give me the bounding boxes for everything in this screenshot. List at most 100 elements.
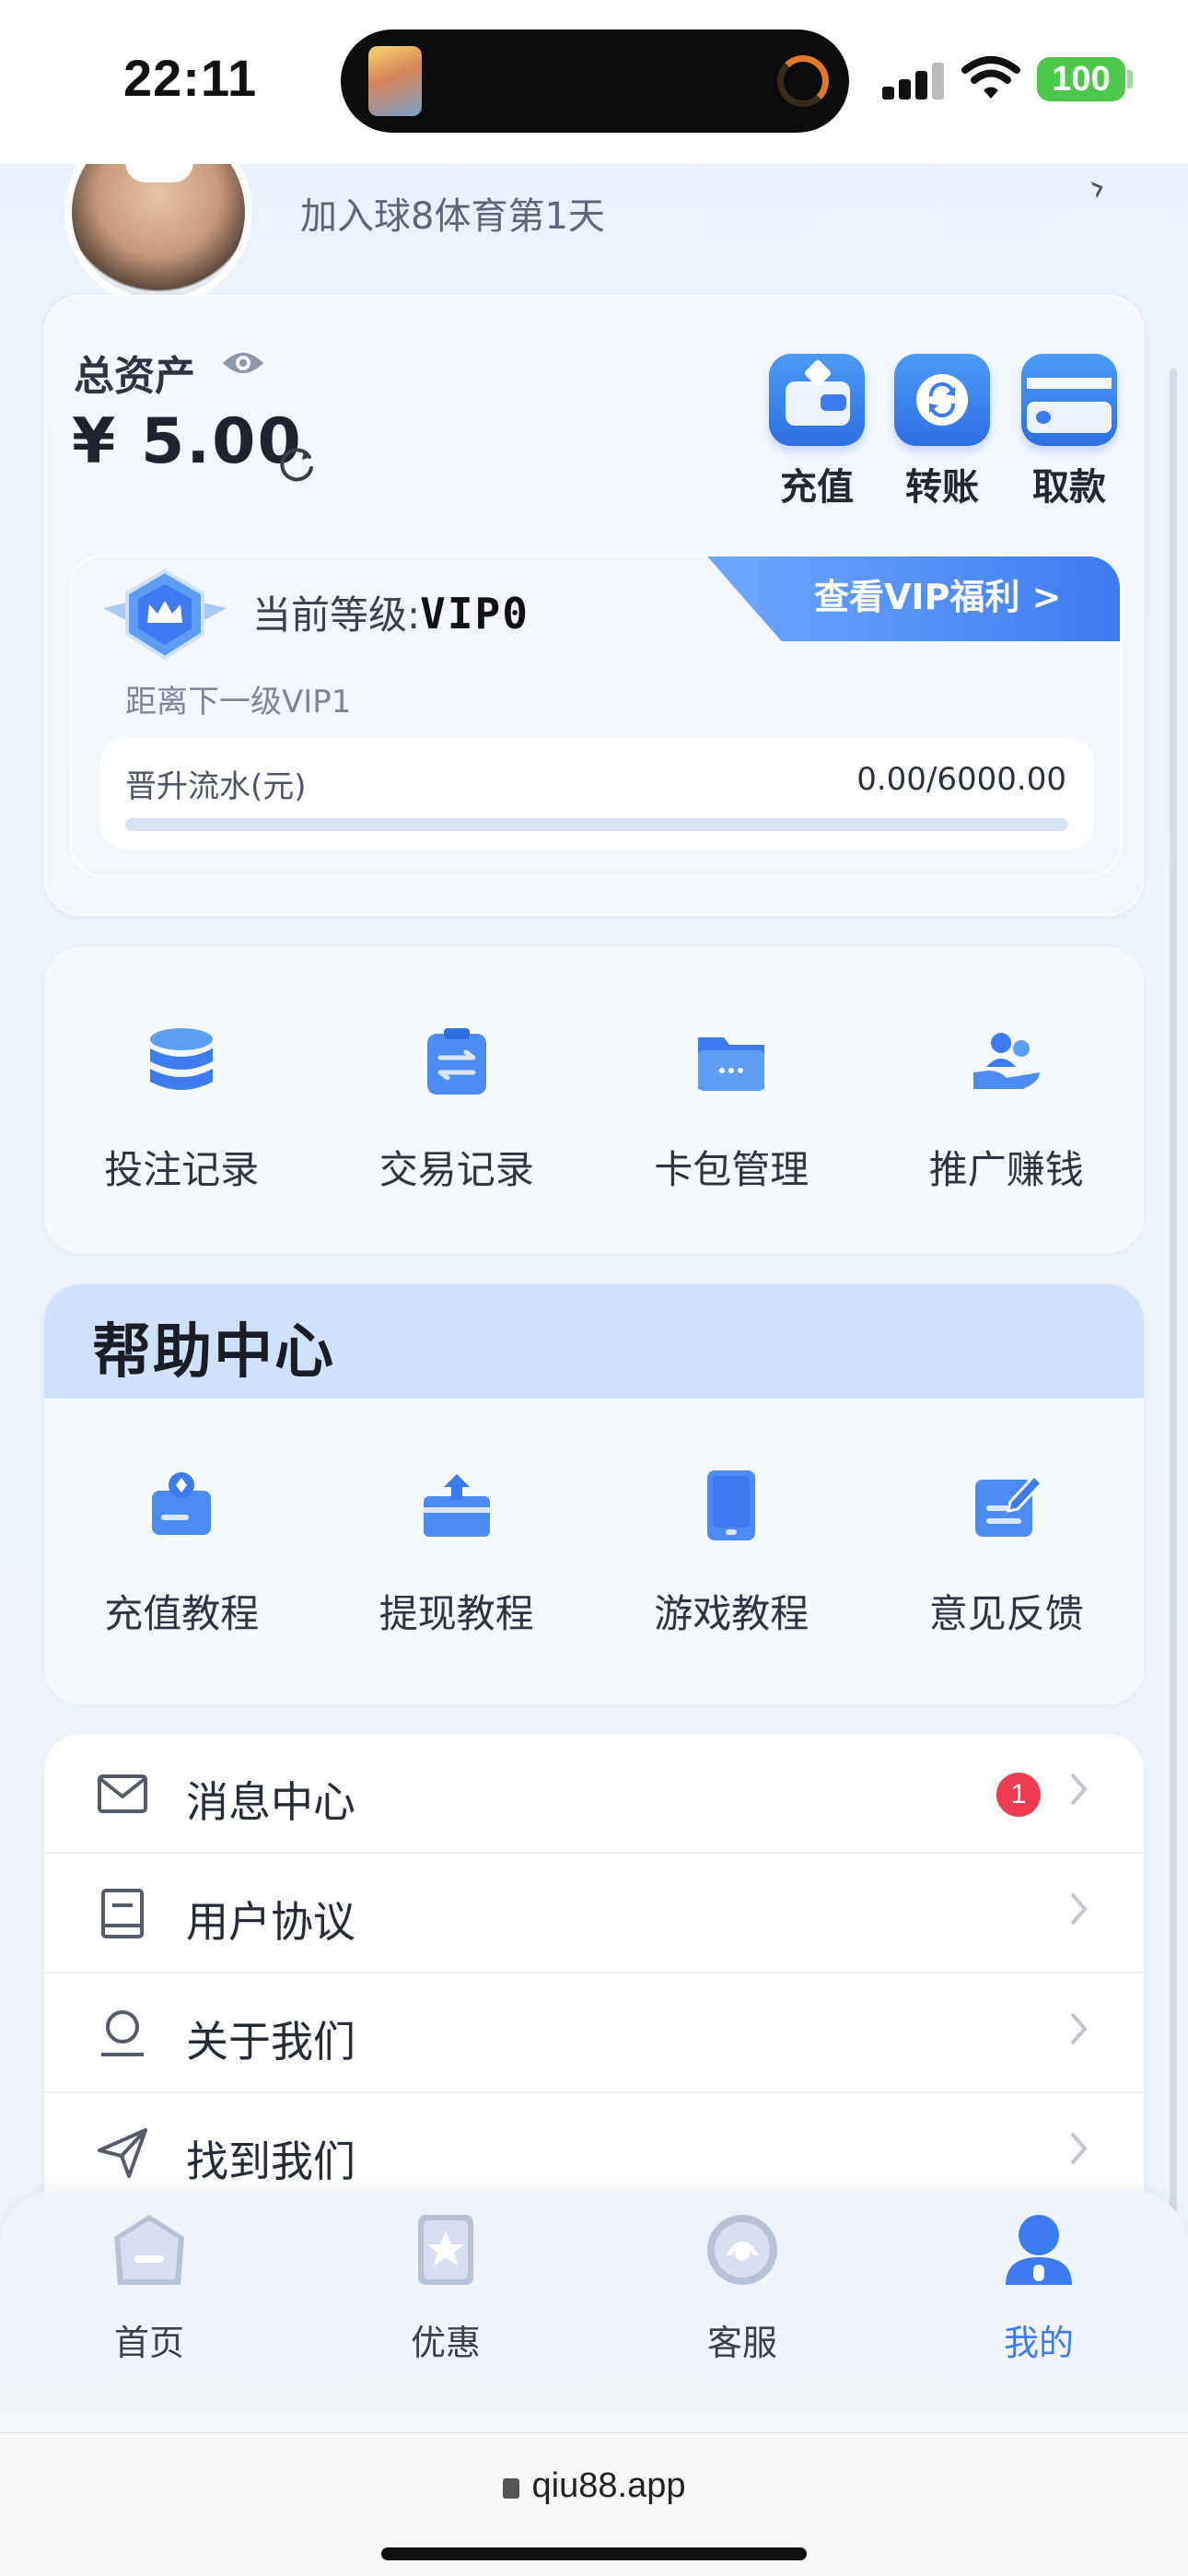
url-text: qiu88.app xyxy=(531,2466,686,2505)
help-center-card: 帮助中心 充值教程 提现教程 游戏教程 意见反馈 xyxy=(44,1284,1144,1704)
deposit-tutorial-label: 充值教程 xyxy=(104,1591,260,1636)
deposit-label: 充值 xyxy=(780,466,854,509)
home-icon xyxy=(114,2215,184,2285)
feedback-icon xyxy=(974,1473,1043,1537)
book-icon xyxy=(101,1889,144,1938)
transfer-label: 转账 xyxy=(905,466,979,509)
vip-level-value: VIP0 xyxy=(420,589,530,638)
user-agreement-label: 用户协议 xyxy=(186,1897,355,1947)
eye-icon[interactable] xyxy=(221,348,265,378)
unread-badge: 1 xyxy=(996,1773,1041,1817)
chevron-right-icon xyxy=(1070,1773,1088,1806)
chevron-right-icon xyxy=(1070,1892,1088,1926)
referral-label: 推广赚钱 xyxy=(928,1147,1084,1192)
records-menu-card: 投注记录 交易记录 卡包管理 推广赚钱 xyxy=(44,947,1144,1253)
vip-crown-badge-icon xyxy=(103,568,227,661)
now-playing-thumbnail xyxy=(368,46,422,116)
wallet-icon xyxy=(769,354,865,446)
tab-promotions-label: 优惠 xyxy=(410,2323,481,2363)
game-tutorial-item[interactable]: 游戏教程 xyxy=(594,1469,869,1639)
page: 22:11 100 加入球8体育第1天 › 总资产 ¥ 5.00 充值 转账 取… xyxy=(0,0,1188,2576)
progress-value: 0.00/6000.00 xyxy=(856,761,1066,798)
browser-url-bar[interactable]: qiu88.app xyxy=(0,2432,1188,2576)
bottom-tab-bar: 首页 优惠 客服 我的 xyxy=(0,2191,1188,2432)
withdraw-label: 取款 xyxy=(1032,466,1106,509)
transaction-records-item[interactable]: 交易记录 xyxy=(320,1025,595,1195)
tablet-icon xyxy=(707,1470,756,1540)
user-icon xyxy=(101,2010,144,2056)
user-agreement-row[interactable]: 用户协议 xyxy=(44,1854,1144,1973)
tab-support[interactable]: 客服 xyxy=(669,2209,816,2365)
assets-card: 总资产 ¥ 5.00 充值 转账 取款 当前等级:VIP0 查看VIP福利 > … xyxy=(44,295,1144,916)
withdraw-button[interactable]: 取款 xyxy=(1020,354,1118,510)
battery-indicator: 100 xyxy=(1037,57,1125,101)
feedback-item[interactable]: 意见反馈 xyxy=(869,1469,1145,1639)
lock-icon xyxy=(502,2478,519,2499)
vip-level-prefix: 当前等级: xyxy=(252,592,421,638)
transfer-button[interactable]: 转账 xyxy=(893,354,991,510)
message-center-label: 消息中心 xyxy=(186,1777,355,1827)
deposit-tutorial-item[interactable]: 充值教程 xyxy=(44,1469,320,1639)
total-assets-amount: ¥ 5.00 xyxy=(72,405,303,478)
send-icon xyxy=(98,2128,147,2178)
about-us-label: 关于我们 xyxy=(186,2017,355,2067)
referral-item[interactable]: 推广赚钱 xyxy=(869,1025,1145,1195)
withdraw-tutorial-label: 提现教程 xyxy=(379,1591,534,1636)
star-icon xyxy=(418,2215,473,2285)
scrollbar[interactable] xyxy=(1170,369,1177,2303)
settings-list: 消息中心 1 用户协议 关于我们 找到我们 xyxy=(44,1734,1144,2231)
home-indicator[interactable] xyxy=(381,2547,807,2560)
card-wallet-item[interactable]: 卡包管理 xyxy=(594,1025,869,1195)
status-bar: 22:11 100 xyxy=(0,0,1188,164)
join-days-text: 加入球8体育第1天 xyxy=(300,195,605,238)
tab-promotions[interactable]: 优惠 xyxy=(372,2209,519,2365)
vip-progress-box: 晋升流水(元) 0.00/6000.00 xyxy=(99,737,1094,849)
vip-benefits-link[interactable]: 查看VIP福利 > xyxy=(707,556,1120,641)
chevron-right-icon xyxy=(1070,2012,1088,2045)
total-assets-label: 总资产 xyxy=(74,353,195,400)
feedback-label: 意见反馈 xyxy=(928,1591,1084,1636)
game-tutorial-label: 游戏教程 xyxy=(654,1591,809,1636)
profile-header: 加入球8体育第1天 › xyxy=(0,118,1188,306)
card-icon xyxy=(1021,354,1117,446)
support-icon xyxy=(707,2215,777,2285)
dynamic-island xyxy=(341,29,849,133)
message-center-row[interactable]: 消息中心 1 xyxy=(44,1734,1144,1854)
card-wallet-label: 卡包管理 xyxy=(654,1147,809,1192)
transfer-icon xyxy=(894,354,990,446)
cellular-signal-icon xyxy=(882,61,945,100)
activity-ring-icon xyxy=(777,55,829,107)
tab-support-label: 客服 xyxy=(706,2323,777,2363)
transaction-records-label: 交易记录 xyxy=(379,1147,534,1192)
withdraw-tutorial-item[interactable]: 提现教程 xyxy=(320,1469,595,1639)
withdraw-tutorial-icon xyxy=(423,1474,490,1537)
database-icon xyxy=(150,1028,214,1090)
clipboard-icon xyxy=(426,1028,486,1095)
battery-tip xyxy=(1127,70,1133,88)
find-us-label: 找到我们 xyxy=(186,2137,355,2186)
share-users-icon xyxy=(973,1033,1040,1089)
tab-home-label: 首页 xyxy=(113,2323,184,2363)
mail-icon xyxy=(98,1774,147,1813)
chevron-right-icon xyxy=(1070,2132,1088,2165)
bet-records-item[interactable]: 投注记录 xyxy=(44,1025,320,1195)
profile-icon xyxy=(1006,2215,1072,2285)
progress-bar xyxy=(125,818,1068,831)
deposit-tutorial-icon xyxy=(152,1472,212,1535)
progress-label: 晋升流水(元) xyxy=(125,768,307,805)
refresh-icon[interactable] xyxy=(276,444,317,485)
status-time: 22:11 xyxy=(123,49,258,107)
about-us-row[interactable]: 关于我们 xyxy=(44,1973,1144,2093)
vip-next-level-text: 距离下一级VIP1 xyxy=(125,684,352,720)
url-display[interactable]: qiu88.app xyxy=(0,2466,1188,2506)
tab-home[interactable]: 首页 xyxy=(76,2209,223,2365)
wifi-icon xyxy=(961,56,1020,99)
deposit-button[interactable]: 充值 xyxy=(768,354,866,510)
help-center-header: 帮助中心 xyxy=(44,1284,1144,1399)
tab-profile[interactable]: 我的 xyxy=(965,2209,1112,2365)
help-center-title: 帮助中心 xyxy=(92,1318,335,1387)
folder-icon xyxy=(698,1037,765,1091)
tab-profile-label: 我的 xyxy=(1003,2323,1074,2363)
vip-panel: 当前等级:VIP0 查看VIP福利 > 距离下一级VIP1 晋升流水(元) 0.… xyxy=(70,555,1122,877)
profile-chevron-icon[interactable]: › xyxy=(1082,163,1112,211)
